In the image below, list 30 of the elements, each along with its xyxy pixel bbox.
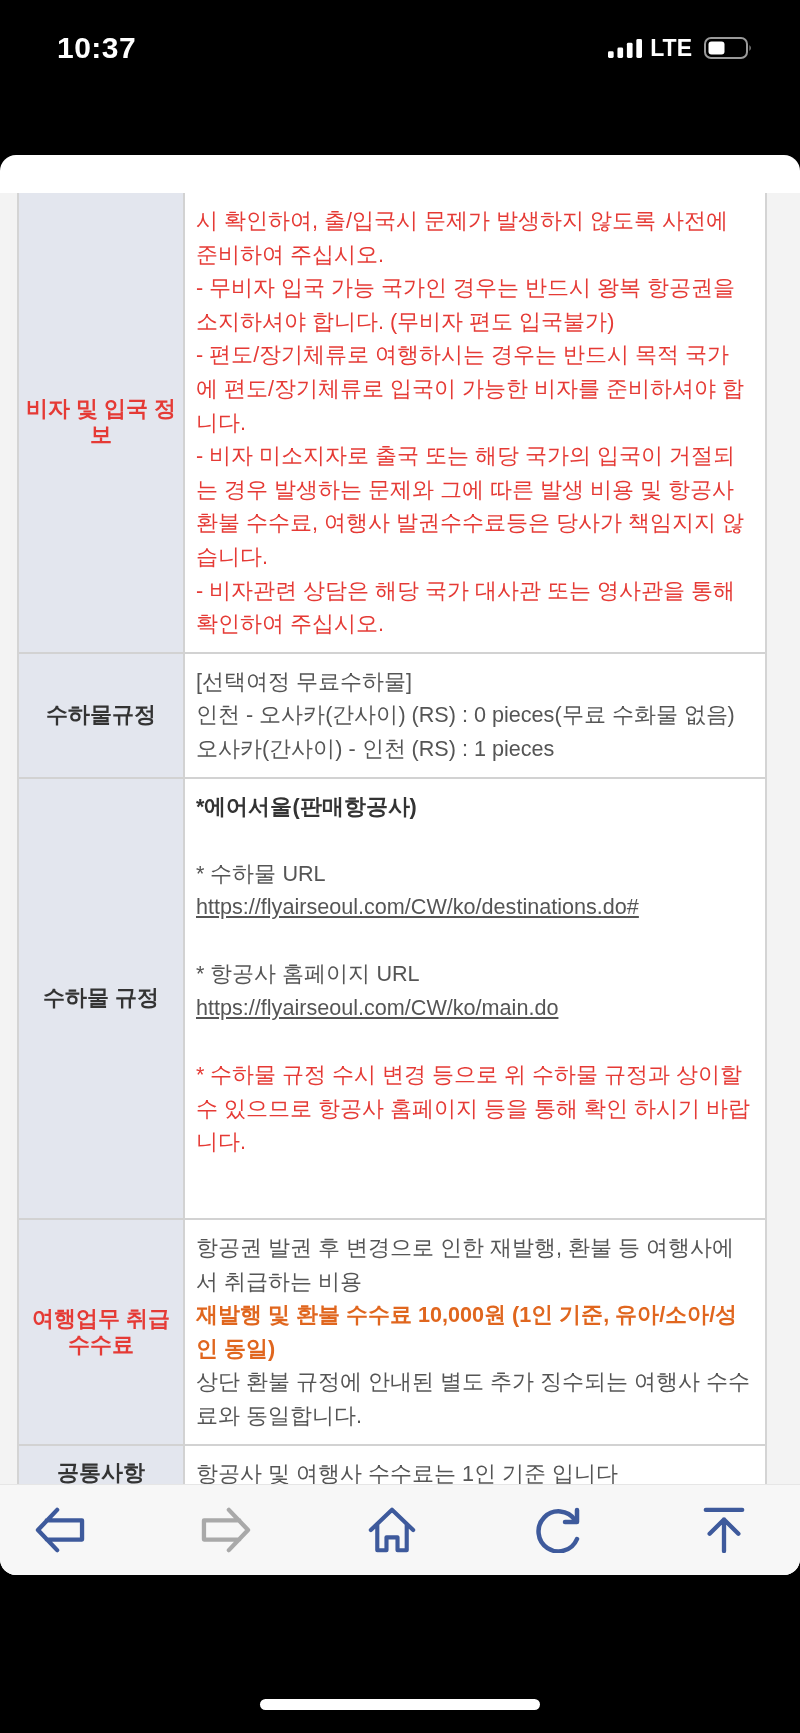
info-text: 오사카(간사이) - 인천 (RS) : 1 pieces xyxy=(196,734,556,763)
notice-text: - 편도/장기체류로 여행하시는 경우는 반드시 목적 국가에 편도/장기체류로 입국이 가능한 비자를 준비하셔야 합니다. xyxy=(196,341,745,437)
section-heading: *에어서울(판매항공사) xyxy=(196,792,418,821)
row-label: 공통사항 xyxy=(57,1460,145,1484)
signal-icon xyxy=(608,38,643,58)
left-arrow-icon xyxy=(34,1507,86,1553)
home-icon xyxy=(366,1507,418,1553)
info-text: 인천 - 오사카(간사이) (RS) : 0 pieces(무료 수화물 없음) xyxy=(196,701,736,730)
info-text: * 수하물 URL xyxy=(196,859,327,888)
right-arrow-icon xyxy=(200,1507,252,1553)
info-text: * 항공사 홈페이지 URL xyxy=(196,960,421,989)
url-link[interactable]: https://flyairseoul.com/CW/ko/main.do xyxy=(196,991,750,1025)
notice-text: - 비자 미소지자로 출국 또는 해당 국가의 입국이 거절되는 경우 발생하는 문제와 그에 따른 발생 비용 및 항공사 환불 수수료, 여행사 발권수수료등은 당사가 책임지지 않습니다. xyxy=(196,442,745,571)
notice-text: 시 확인하여, 출/입국시 문제가 발생하지 않도록 사전에 준비하여 주십시오. xyxy=(196,207,729,269)
clock-time: 10:37 xyxy=(57,30,137,66)
info-text: 항공사 및 여행사 수수료는 1인 기준 입니다 xyxy=(196,1459,619,1484)
row-label: 수하물 규정 xyxy=(43,985,159,1012)
row-label: 여행업무 취급 수수료 xyxy=(31,1305,171,1358)
row-label: 수하물규정 xyxy=(46,702,156,729)
info-text: [선택여정 무료수하물] xyxy=(196,667,413,696)
info-text: 상단 환불 규정에 안내된 별도 추가 징수되는 여행사 수수료와 동일합니다. xyxy=(196,1368,750,1430)
url-link[interactable]: https://flyairseoul.com/CW/ko/destinations.do# xyxy=(196,890,750,924)
notice-text: - 무비자 입국 가능 국가인 경우는 반드시 왕복 항공권을 소지하셔야 합니다. (무비자 편도 입국불가) xyxy=(196,274,737,336)
row-label: 비자 및 입국 정보 xyxy=(25,396,177,449)
battery-icon xyxy=(704,37,752,59)
fee-highlight-text: 재발행 및 환불 수수료 10,000원 (1인 기준, 유아/소아/성인 동일) xyxy=(196,1301,739,1363)
info-text: 항공권 발권 후 변경으로 인한 재발행, 환불 등 여행사에서 취급하는 비용 xyxy=(196,1234,735,1296)
network-label: LTE xyxy=(650,35,692,61)
notice-text: * 수하물 규정 수시 변경 등으로 위 수하물 규정과 상이할 수 있으므로 항공사 홈페이지 등을 통해 확인 하시기 바랍니다. xyxy=(196,1061,750,1157)
notice-text: - 비자관련 상담은 해당 국가 대사관 또는 영사관을 통해 확인하여 주십시오. xyxy=(196,576,737,639)
